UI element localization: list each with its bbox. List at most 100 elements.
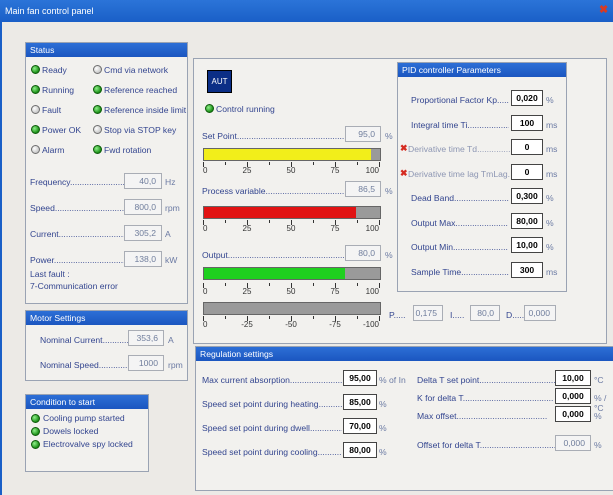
nominal-speed-value[interactable]: 1000 — [128, 355, 164, 371]
status-value-unit: Hz — [165, 177, 176, 187]
nominal-speed-label: Nominal Speed................ — [40, 360, 137, 370]
pid-param-input[interactable]: 10,00 — [511, 237, 543, 253]
regulation-input[interactable]: 95,00 — [343, 370, 377, 386]
condition-item-label: Dowels locked — [43, 426, 99, 436]
regulation-label: Max offset..............................… — [417, 411, 548, 421]
pv-bar — [203, 206, 381, 219]
status-led-9 — [93, 145, 102, 154]
scale-tick-label: -50 — [285, 320, 297, 329]
regulation-title: Regulation settings — [196, 347, 613, 361]
status-indicator-label: Power OK — [42, 125, 82, 135]
scale-minor-tick — [357, 283, 358, 286]
output-scale: 0 25 50 75 100 — [203, 283, 381, 297]
pid-param-input[interactable]: 0,020 — [511, 90, 543, 106]
scale-tick-label: 100 — [365, 287, 379, 296]
scale-tick-label: 100 — [365, 166, 379, 175]
last-fault-label: Last fault : — [30, 269, 70, 279]
regulation-unit: °C — [594, 375, 604, 385]
pid-param-input[interactable]: 80,00 — [511, 212, 543, 229]
pid-param-input[interactable]: 0 — [511, 139, 543, 155]
close-icon[interactable]: ✖ — [599, 5, 610, 16]
regulation-label: Offset for delta T......................… — [417, 440, 555, 450]
regulation-unit: % — [379, 447, 387, 457]
aut-button[interactable]: AUT — [207, 70, 232, 93]
pid-param-input[interactable]: 100 — [511, 114, 543, 131]
control-running-label: Control running — [216, 104, 275, 114]
output-bar — [203, 267, 381, 280]
control-running-led — [205, 104, 214, 113]
pid-param-unit: ms — [546, 119, 558, 130]
pid-param-label: Proportional Factor Kp......... — [411, 95, 509, 105]
regulation-unit: % / °C — [594, 393, 607, 413]
scale-tick-label: 0 — [203, 320, 208, 329]
status-value: 305,2 — [124, 225, 162, 241]
pid-param-label: Integral time Ti..................... — [411, 119, 509, 130]
pid-param-input[interactable]: 0,300 — [511, 188, 543, 204]
nominal-current-value[interactable]: 353,6 — [128, 330, 164, 346]
output-value: 80,0 — [345, 245, 381, 261]
scale-tick-label: 25 — [242, 224, 252, 233]
pv-value: 86,5 — [345, 181, 381, 197]
regulation-input[interactable]: 0,000 — [555, 388, 591, 404]
status-panel: Status Ready Cmd via network Running Refere… — [25, 42, 188, 304]
scale-tick-label: -75 — [329, 320, 341, 329]
pid-param-unit: % — [546, 217, 554, 228]
pid-param-unit: % — [546, 95, 554, 105]
regulation-unit: % — [379, 399, 387, 409]
output-unit: % — [385, 250, 393, 260]
deviation-scale: 0 -25 -50 -75 -100 — [203, 316, 381, 330]
scale-tick — [379, 220, 380, 225]
scale-minor-tick — [225, 220, 226, 223]
status-led-5 — [93, 105, 102, 114]
scale-tick — [379, 283, 380, 288]
regulation-unit: % — [594, 411, 602, 421]
scale-minor-tick — [225, 316, 226, 319]
scale-minor-tick — [269, 283, 270, 286]
main-area: Status Ready Cmd via network Running Refere… — [0, 22, 613, 495]
pid-param-label: Output Min....................... — [411, 242, 508, 252]
pv-scale: 0 25 50 75 100 — [203, 220, 381, 234]
scale-minor-tick — [269, 162, 270, 165]
regulation-input[interactable]: 80,00 — [343, 442, 377, 458]
scale-minor-tick — [225, 283, 226, 286]
regulation-input[interactable]: 85,00 — [343, 394, 377, 410]
nominal-current-label: Nominal Current.............. — [40, 335, 136, 345]
condition-title: Condition to start — [26, 395, 148, 409]
scale-minor-tick — [313, 316, 314, 319]
status-value-label: Current.................................… — [30, 229, 124, 239]
scale-tick-label: 75 — [330, 224, 340, 233]
scale-minor-tick — [225, 162, 226, 165]
regulation-label: Speed set point during heating..........… — [202, 399, 342, 409]
status-value-label: Speed................................... — [30, 203, 124, 213]
scale-tick-label: 0 — [203, 287, 208, 296]
scale-minor-tick — [269, 316, 270, 319]
regulation-label: Max current absorption..................… — [202, 375, 342, 385]
regulation-input: 0,000 — [555, 435, 591, 451]
regulation-input[interactable]: 70,00 — [343, 418, 377, 434]
scale-minor-tick — [357, 316, 358, 319]
condition-led-1 — [31, 427, 40, 436]
regulation-unit: % — [379, 423, 387, 433]
scale-minor-tick — [313, 283, 314, 286]
pid-panel: PID controller Parameters Proportional F… — [397, 62, 567, 292]
regulation-input[interactable]: 10,00 — [555, 370, 591, 386]
last-fault-value: 7-Communication error — [30, 281, 118, 291]
scale-tick-label: 50 — [286, 224, 296, 233]
scale-tick-label: 0 — [203, 224, 208, 233]
status-indicator-label: Fwd rotation — [104, 145, 152, 155]
status-value-label: Frequency............................. — [30, 177, 124, 187]
pid-param-input[interactable]: 300 — [511, 261, 543, 278]
status-value: 40,0 — [124, 173, 162, 189]
status-led-7 — [93, 125, 102, 134]
pv-label: Process variable........................… — [202, 186, 359, 196]
status-led-1 — [93, 65, 102, 74]
regulation-panel: Regulation settings Max current absorpti… — [195, 346, 613, 491]
error-x-icon: ✖ — [400, 143, 408, 153]
scale-tick-label: 50 — [286, 166, 296, 175]
regulation-input[interactable]: 0,000 — [555, 406, 591, 422]
regulation-label: Speed set point during dwell............… — [202, 423, 342, 433]
p-value: 0,175 — [413, 305, 443, 321]
pid-param-input[interactable]: 0 — [511, 163, 543, 180]
title-bar: Main fan control panel ✖ — [0, 0, 613, 22]
regulation-label: Speed set point during cooling..........… — [202, 447, 342, 457]
